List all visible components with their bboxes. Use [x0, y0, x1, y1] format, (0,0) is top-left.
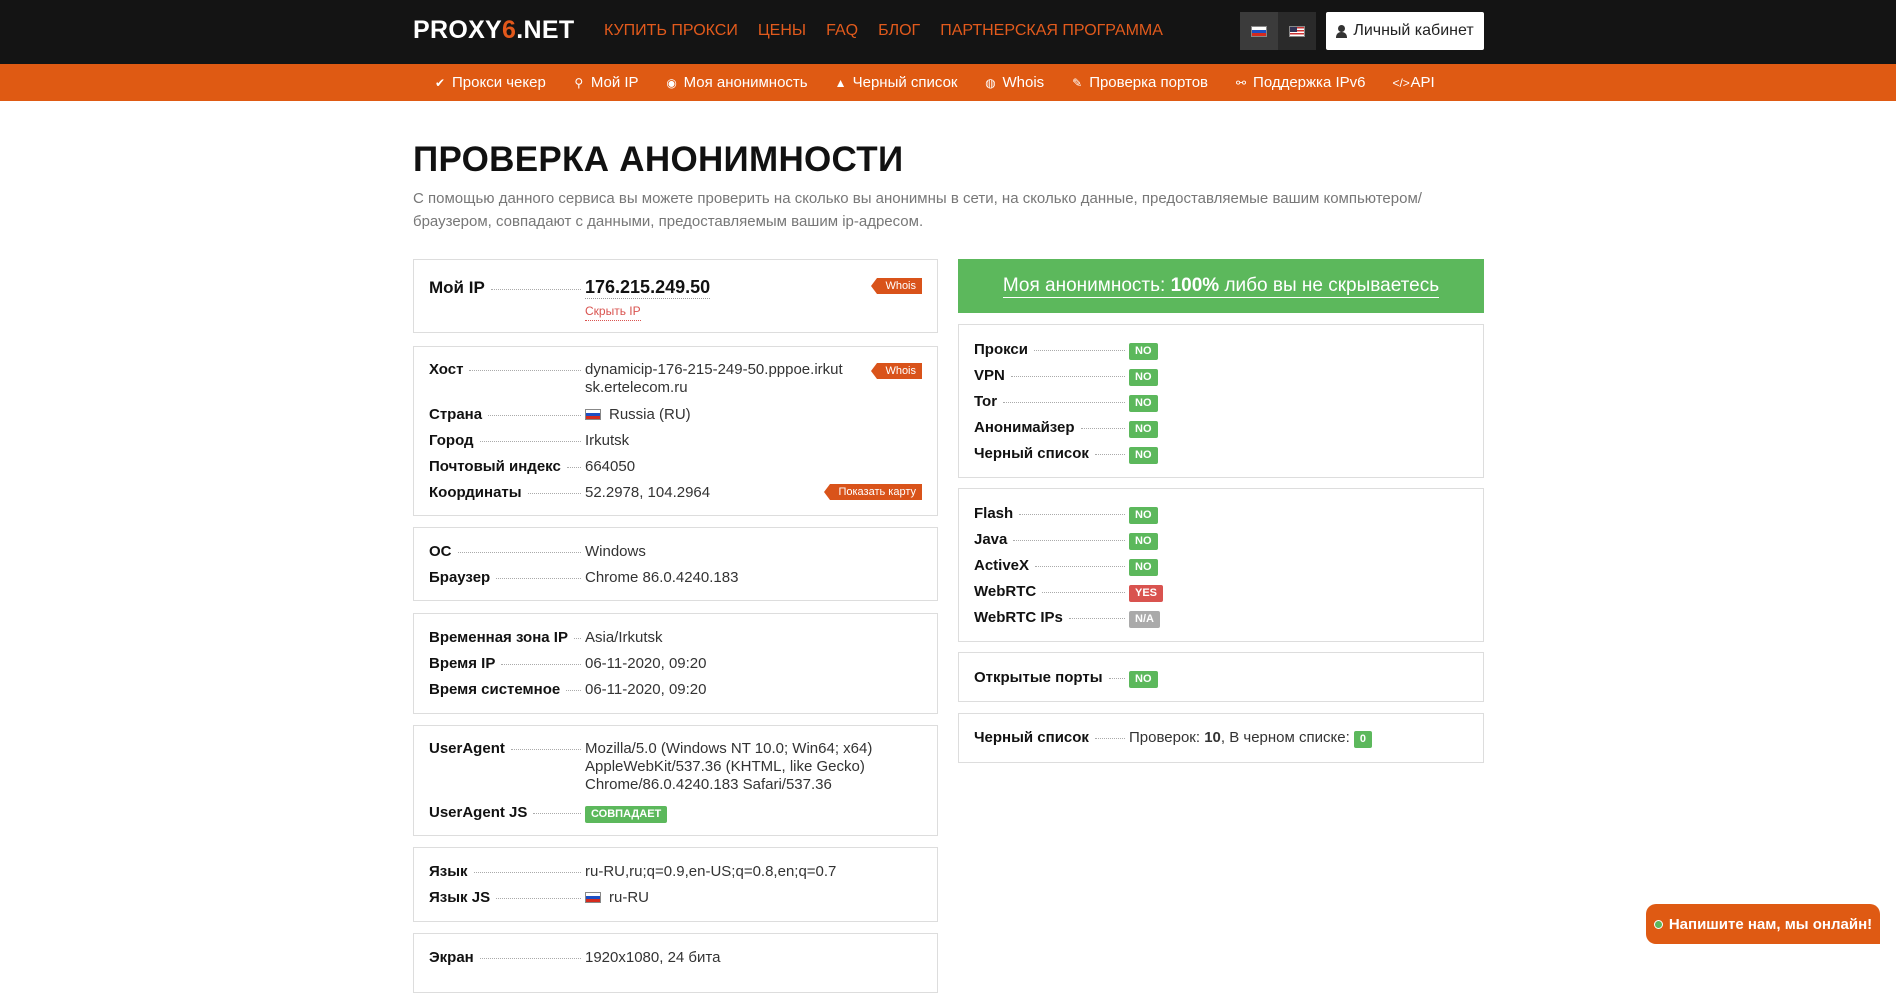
nav-blog[interactable]: БЛОГ [878, 22, 920, 40]
open-ports-badge: NO [1129, 671, 1158, 688]
anonymity-percent: 100% [1170, 274, 1220, 296]
main-nav: КУПИТЬ ПРОКСИ ЦЕНЫ FAQ БЛОГ ПАРТНЕРСКАЯ … [604, 22, 1183, 40]
user-icon [1336, 24, 1348, 38]
code-icon: </> [1392, 75, 1410, 90]
anonymizer-badge: NO [1129, 421, 1158, 438]
webrtc-badge: YES [1129, 585, 1164, 602]
blacklist-badge: NO [1129, 447, 1158, 464]
blacklist-card: Черный список Проверок: 10, В черном спи… [958, 713, 1484, 763]
screen-card: Экран 1920x1080, 24 бита [413, 933, 938, 993]
map-marker-icon: ⚲ [574, 75, 584, 90]
chat-widget-button[interactable]: Напишите нам, мы онлайн! [1646, 904, 1880, 944]
show-map-tag[interactable]: Показать карту [824, 484, 922, 500]
language-value: ru-RU,ru;q=0.9,en-US;q=0.8,en;q=0.7 [585, 863, 837, 880]
cabinet-label: Личный кабинет [1353, 22, 1474, 39]
language-switcher [1240, 12, 1316, 50]
webrtc-ips-badge: N/A [1129, 611, 1160, 628]
ip-time-value: 06-11-2020, 09:20 [585, 655, 707, 672]
online-status-icon [1653, 919, 1663, 929]
screen-value: 1920x1080, 24 бита [585, 949, 721, 966]
browser-value: Chrome 86.0.4240.183 [585, 569, 739, 586]
tool-whois[interactable]: ◍ Whois [985, 74, 1044, 91]
useragent-card: UserAgent Mozilla/5.0 (Windows NT 10.0; … [413, 725, 938, 836]
tool-proxy-checker[interactable]: ✔ Прокси чекер [434, 74, 546, 91]
warning-icon: ▲ [834, 75, 847, 90]
link-icon: ⚯ [1236, 75, 1247, 90]
eye-icon: ◉ [666, 75, 677, 90]
flash-badge: NO [1129, 507, 1158, 524]
anonymity-banner[interactable]: Моя анонимность: 100% либо вы не скрывае… [958, 259, 1484, 313]
blacklist-count-badge: 0 [1353, 731, 1373, 748]
flag-ru-icon [585, 892, 601, 903]
tool-blacklist[interactable]: ▲ Черный список [835, 74, 958, 91]
flag-ru-icon [1251, 25, 1267, 37]
ports-card: Открытые порты NO [958, 652, 1484, 702]
vpn-badge: NO [1129, 369, 1158, 386]
os-value: Windows [585, 543, 646, 560]
activex-badge: NO [1129, 559, 1158, 576]
page-title: ПРОВЕРКА АНОНИМНОСТИ [413, 140, 904, 179]
host-value: dynamicip-176-215-249-50.pppoe.irkutsk.e… [585, 361, 843, 396]
tool-my-ip[interactable]: ⚲ Мой IP [573, 74, 638, 91]
flag-us-icon [1289, 25, 1305, 37]
timezone-value: Asia/Irkutsk [585, 629, 663, 646]
nav-buy-proxy[interactable]: КУПИТЬ ПРОКСИ [604, 22, 738, 40]
nav-partner[interactable]: ПАРТНЕРСКАЯ ПРОГРАММА [940, 22, 1163, 40]
network-checks-card: Прокси NO VPN NO Tor NO Анонимайзер NO Ч… [958, 324, 1484, 478]
whois-host-tag[interactable]: Whois [871, 363, 922, 379]
tool-port-check[interactable]: ✎ Проверка портов [1071, 74, 1208, 91]
check-icon: ✔ [434, 75, 446, 90]
city-value: Irkutsk [585, 432, 630, 449]
os-card: ОС Windows Браузер Chrome 86.0.4240.183 [413, 527, 938, 601]
tool-ipv6[interactable]: ⚯ Поддержка IPv6 [1235, 74, 1365, 91]
whois-ip-tag[interactable]: Whois [871, 278, 922, 294]
plug-icon: ✎ [1072, 75, 1083, 90]
globe-icon: ◍ [985, 75, 996, 90]
proxy-badge: NO [1129, 343, 1158, 360]
nav-faq[interactable]: FAQ [826, 22, 858, 40]
useragent-js-badge: СОВПАДАЕТ [585, 806, 668, 823]
tor-badge: NO [1129, 395, 1158, 412]
logo[interactable]: PROXY6.NET [413, 16, 574, 45]
country-value: Russia (RU) [609, 406, 691, 423]
ip-label: Мой IP [429, 278, 485, 297]
ip-card: Мой IP 176.215.249.50 Скрыть IP Whois [413, 259, 938, 333]
flag-ru-icon [585, 409, 601, 420]
hide-ip-link[interactable]: Скрыть IP [585, 302, 641, 321]
useragent-value: Mozilla/5.0 (Windows NT 10.0; Win64; x64… [585, 740, 873, 793]
tools-nav: ✔ Прокси чекер ⚲ Мой IP ◉ Моя анонимность ▲… [0, 64, 1896, 101]
tool-anonymity[interactable]: ◉ Моя анонимность [666, 74, 807, 91]
language-card: Язык ru-RU,ru;q=0.9,en-US;q=0.8,en;q=0.7… [413, 847, 938, 922]
nav-prices[interactable]: ЦЕНЫ [758, 22, 806, 40]
host-card: Хост dynamicip-176-215-249-50.pppoe.irku… [413, 346, 938, 516]
blacklist-check-count: 10 [1204, 729, 1221, 746]
top-bar: PROXY6.NET КУПИТЬ ПРОКСИ ЦЕНЫ FAQ БЛОГ П… [0, 0, 1896, 64]
system-time-value: 06-11-2020, 09:20 [585, 681, 707, 698]
lang-ru-button[interactable] [1240, 12, 1278, 50]
language-js-value: ru-RU [609, 889, 649, 906]
tool-api[interactable]: </> API [1392, 74, 1434, 91]
lang-en-button[interactable] [1278, 12, 1316, 50]
cabinet-button[interactable]: Личный кабинет [1326, 12, 1484, 50]
java-badge: NO [1129, 533, 1158, 550]
ip-address[interactable]: 176.215.249.50 [585, 277, 711, 299]
zip-value: 664050 [585, 458, 636, 475]
page-description: С помощью данного сервиса вы можете пров… [413, 190, 1422, 230]
time-card: Временная зона IP Asia/Irkutsk Время IP … [413, 613, 938, 714]
plugin-checks-card: Flash NO Java NO ActiveX NO WebRTC YES W… [958, 488, 1484, 642]
